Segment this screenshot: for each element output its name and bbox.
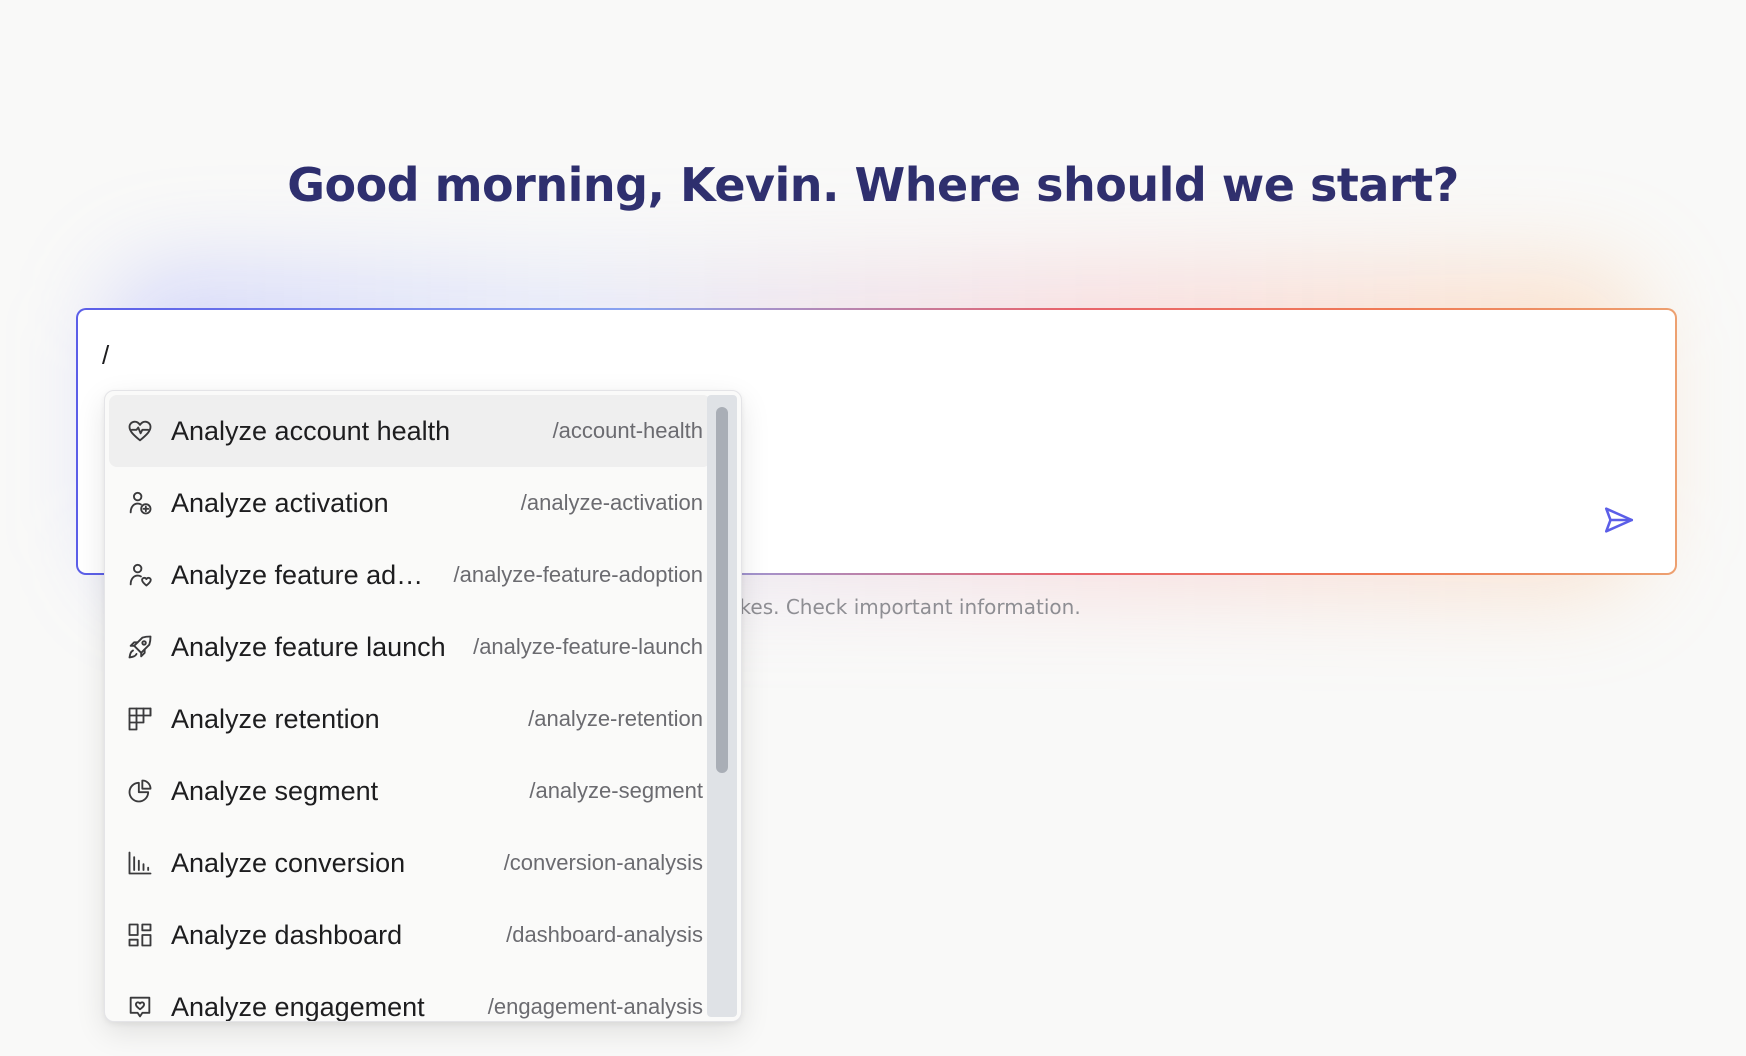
heart-pulse-icon <box>125 416 155 446</box>
command-item[interactable]: Analyze account health/account-health <box>109 395 711 467</box>
prompt-input[interactable]: / <box>102 340 109 371</box>
bar-chart-icon <box>125 848 155 878</box>
command-item[interactable]: Analyze segment/analyze-segment <box>109 755 711 827</box>
command-label: Analyze retention <box>171 703 380 734</box>
scrollbar-thumb[interactable] <box>716 407 728 773</box>
user-heart-icon <box>125 560 155 590</box>
command-item[interactable]: Analyze engagement/engagement-analysis <box>109 971 711 1022</box>
command-label: Analyze feature launch <box>171 631 446 662</box>
command-label: Analyze segment <box>171 775 379 806</box>
heart-message-icon <box>125 992 155 1021</box>
command-item[interactable]: Analyze feature launch/analyze-feature-l… <box>109 611 711 683</box>
command-label: Analyze engagement <box>171 991 425 1022</box>
page: Good morning, Kevin. Where should we sta… <box>0 0 1746 1056</box>
command-slug: /conversion-analysis <box>503 850 703 875</box>
command-slug: /analyze-feature-launch <box>473 634 703 659</box>
command-item[interactable]: Analyze activation/analyze-activation <box>109 467 711 539</box>
retention-grid-icon <box>125 704 155 734</box>
command-label: Analyze dashboard <box>171 919 403 950</box>
pie-chart-icon <box>125 776 155 806</box>
command-label: Analyze activation <box>171 487 389 518</box>
command-label: Analyze conversion <box>171 847 406 878</box>
command-label: Analyze account health <box>171 415 451 446</box>
command-slug: /analyze-feature-adoption <box>453 562 704 587</box>
command-item[interactable]: Analyze retention/analyze-retention <box>109 683 711 755</box>
command-slug: /account-health <box>552 418 703 443</box>
command-item[interactable]: Analyze dashboard/dashboard-analysis <box>109 899 711 971</box>
greeting-title: Good morning, Kevin. Where should we sta… <box>287 158 1459 212</box>
rocket-icon <box>125 632 155 662</box>
send-icon <box>1604 507 1634 533</box>
command-slug: /analyze-segment <box>529 778 703 803</box>
command-item[interactable]: Analyze feature adoption/analyze-feature… <box>109 539 711 611</box>
command-slug: /engagement-analysis <box>487 994 703 1019</box>
command-menu: Analyze account health/account-health Ana… <box>104 390 742 1022</box>
command-slug: /dashboard-analysis <box>506 922 703 947</box>
dashboard-icon <box>125 920 155 950</box>
command-slug: /analyze-retention <box>528 706 703 731</box>
command-item[interactable]: Analyze conversion/conversion-analysis <box>109 827 711 899</box>
scrollbar[interactable] <box>707 395 737 1017</box>
send-button[interactable] <box>1599 500 1639 540</box>
user-plus-icon <box>125 488 155 518</box>
command-label: Analyze feature adoption <box>171 559 430 590</box>
command-list: Analyze account health/account-health Ana… <box>109 395 711 1022</box>
command-slug: /analyze-activation <box>520 490 703 515</box>
